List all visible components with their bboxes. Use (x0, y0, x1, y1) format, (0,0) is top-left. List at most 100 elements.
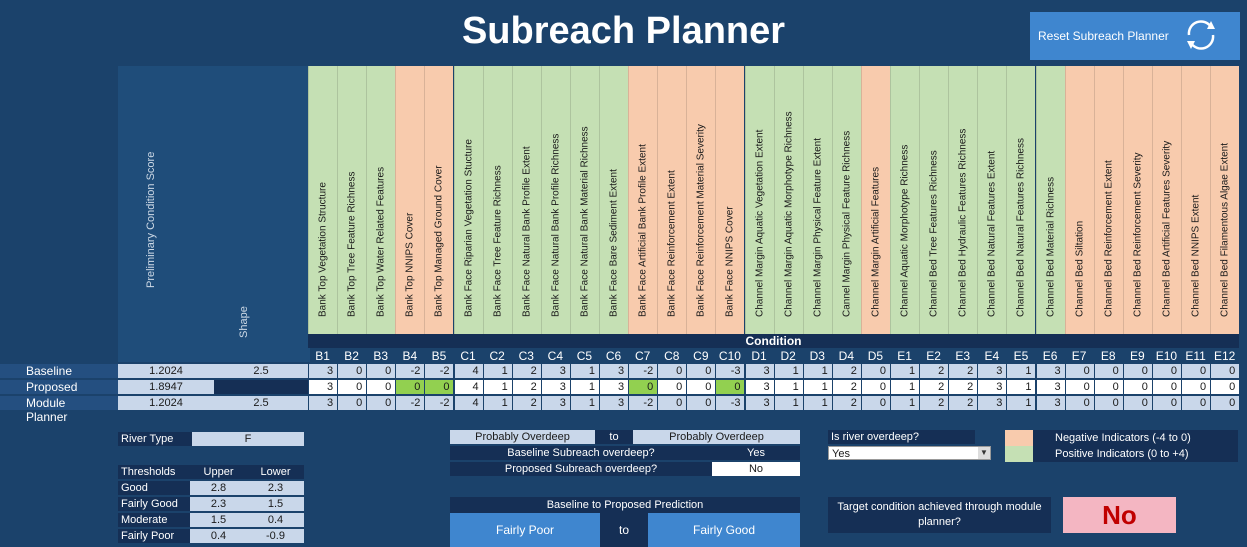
indicator-header-e3: Channel Bed Hydraulic Features Richness (948, 66, 978, 334)
value-cell-e9[interactable]: 0 (1122, 380, 1152, 394)
indicator-name: Channel Bed Siltation (1074, 220, 1086, 317)
indicator-name: Bank Face Bare Sediment Extent (608, 169, 620, 317)
value-cell-c7: -2 (628, 364, 658, 378)
value-cell-e1: 1 (890, 396, 920, 410)
indicator-header-b4: Bank Top NNIPS Cover (395, 66, 425, 334)
value-cell-e11: 0 (1181, 364, 1211, 378)
indicator-code-e4: E4 (984, 349, 1000, 363)
value-cell-e7[interactable]: 0 (1064, 380, 1094, 394)
value-cell-e1[interactable]: 1 (890, 380, 920, 394)
value-cell-c5: 1 (569, 364, 599, 378)
indicator-header-d5: Channel Margin Artificial Features (860, 66, 890, 334)
value-cell-e10: 0 (1151, 364, 1181, 378)
value-cell-e2: 2 (919, 396, 949, 410)
value-cell-d5: 0 (860, 364, 890, 378)
value-cell-e12[interactable]: 0 (1210, 380, 1240, 394)
indicator-name: Bank Face Riparian Vegetation Stucture (463, 139, 475, 317)
value-cell-b5: -2 (424, 364, 454, 378)
value-cell-d3: 1 (802, 364, 832, 378)
indicator-name: Bank Face Tree Feature Richness (492, 165, 504, 317)
indicator-code-c5: C5 (576, 349, 593, 363)
shape-cell (214, 380, 308, 394)
indicator-code-e1: E1 (897, 349, 912, 363)
river-overdeep-select[interactable]: Yes ▼ (828, 446, 991, 460)
value-cell-d3[interactable]: 1 (802, 380, 832, 394)
value-cell-e7: 0 (1064, 364, 1094, 378)
value-cell-b1[interactable]: 3 (308, 380, 338, 394)
value-cell-c3: 2 (511, 396, 541, 410)
value-cell-c1: 4 (453, 396, 483, 410)
value-cell-e6: 3 (1035, 364, 1065, 378)
value-cell-c9[interactable]: 0 (686, 380, 716, 394)
indicator-code-c6: C6 (605, 349, 622, 363)
threshold-label: Fairly Poor (118, 529, 190, 543)
thresholds-lower-header: Lower (247, 465, 304, 479)
value-cell-d5[interactable]: 0 (860, 380, 890, 394)
value-cell-c10: -3 (715, 396, 745, 410)
value-cell-b3[interactable]: 0 (366, 380, 396, 394)
value-cell-c9: 0 (686, 364, 716, 378)
indicator-name: Channel Bed Natural Features Richness (1015, 138, 1027, 317)
value-cell-e2[interactable]: 2 (919, 380, 949, 394)
value-cell-e5[interactable]: 1 (1006, 380, 1036, 394)
threshold-lower: -0.9 (247, 529, 304, 543)
indicator-code-d4: D4 (838, 349, 855, 363)
value-cell-d1[interactable]: 3 (744, 380, 774, 394)
prediction-to-word: to (600, 513, 648, 547)
value-cell-c5[interactable]: 1 (569, 380, 599, 394)
indicator-header-c8: Bank Face Reinforcement Extent (657, 66, 687, 334)
indicator-header-b1: Bank Top Vegetation Structure (308, 66, 338, 334)
value-cell-b5[interactable]: 0 (424, 380, 454, 394)
value-cell-c4[interactable]: 3 (540, 380, 570, 394)
negative-indicators-label: Negative Indicators (-4 to 0) (1033, 430, 1238, 446)
value-cell-c7[interactable]: 0 (628, 380, 658, 394)
positive-indicators-label: Positive Indicators (0 to +4) (1033, 446, 1238, 462)
value-cell-c3[interactable]: 2 (511, 380, 541, 394)
indicator-code-d2: D2 (780, 349, 796, 363)
value-cell-c8[interactable]: 0 (657, 380, 687, 394)
value-cell-b4[interactable]: 0 (395, 380, 425, 394)
indicator-code-e9: E9 (1130, 349, 1145, 363)
indicator-name: Bank Face Natural Bank Material Richness (579, 126, 591, 317)
indicator-name: Channel Margin Aquatic Morphotype Richne… (783, 111, 795, 317)
value-cell-c2[interactable]: 1 (482, 380, 512, 394)
value-cell-e8[interactable]: 0 (1093, 380, 1123, 394)
indicator-header-e9: Channel Bed Reinforcement Severity (1122, 66, 1152, 334)
thresholds-header: Thresholds (118, 465, 190, 479)
indicator-header-d3: Channel Margin Physical Feature Extent (802, 66, 832, 334)
chevron-down-icon[interactable]: ▼ (978, 447, 990, 459)
value-cell-e10[interactable]: 0 (1151, 380, 1181, 394)
value-cell-d4[interactable]: 2 (831, 380, 861, 394)
indicator-code-b4: B4 (402, 349, 418, 363)
reset-subreach-planner-button[interactable]: Reset Subreach Planner (1030, 12, 1240, 60)
threshold-upper: 2.3 (190, 497, 247, 511)
value-cell-e6[interactable]: 3 (1035, 380, 1065, 394)
indicator-header-b2: Bank Top Tree Feature Richness (337, 66, 367, 334)
indicator-header-c4: Bank Face Natural Bank Profile Richness (540, 66, 570, 334)
indicator-name: Cannel Margin Physical Feature Richness (841, 130, 853, 317)
overdeep-to: Probably Overdeep (633, 430, 800, 444)
value-cell-c10[interactable]: 0 (715, 380, 745, 394)
indicator-code-e6: E6 (1042, 349, 1058, 363)
indicator-name: Channel Aquatic Morphotype Richness (899, 144, 911, 317)
value-cell-d2[interactable]: 1 (773, 380, 803, 394)
value-cell-b2[interactable]: 0 (337, 380, 367, 394)
threshold-label: Fairly Good (118, 497, 190, 511)
reset-button-label: Reset Subreach Planner (1038, 29, 1169, 43)
value-cell-e1: 1 (890, 364, 920, 378)
value-cell-d3: 1 (802, 396, 832, 410)
value-cell-c1[interactable]: 4 (453, 380, 483, 394)
indicator-code-c4: C4 (547, 349, 564, 363)
indicator-code-d1: D1 (751, 349, 767, 363)
indicator-code-b1: B1 (315, 349, 330, 363)
indicator-header-c10: Bank Face NNIPS Cover (715, 66, 745, 334)
value-cell-c6[interactable]: 3 (599, 380, 629, 394)
indicator-name: Bank Top NNIPS Cover (404, 212, 416, 317)
value-cell-e4[interactable]: 3 (977, 380, 1007, 394)
value-cell-d1: 3 (744, 396, 774, 410)
value-cell-e3[interactable]: 2 (948, 380, 978, 394)
value-cell-e11[interactable]: 0 (1181, 380, 1211, 394)
value-cell-c5: 1 (569, 396, 599, 410)
river-type-value[interactable]: F (192, 432, 304, 446)
river-overdeep-selected: Yes (832, 448, 850, 460)
